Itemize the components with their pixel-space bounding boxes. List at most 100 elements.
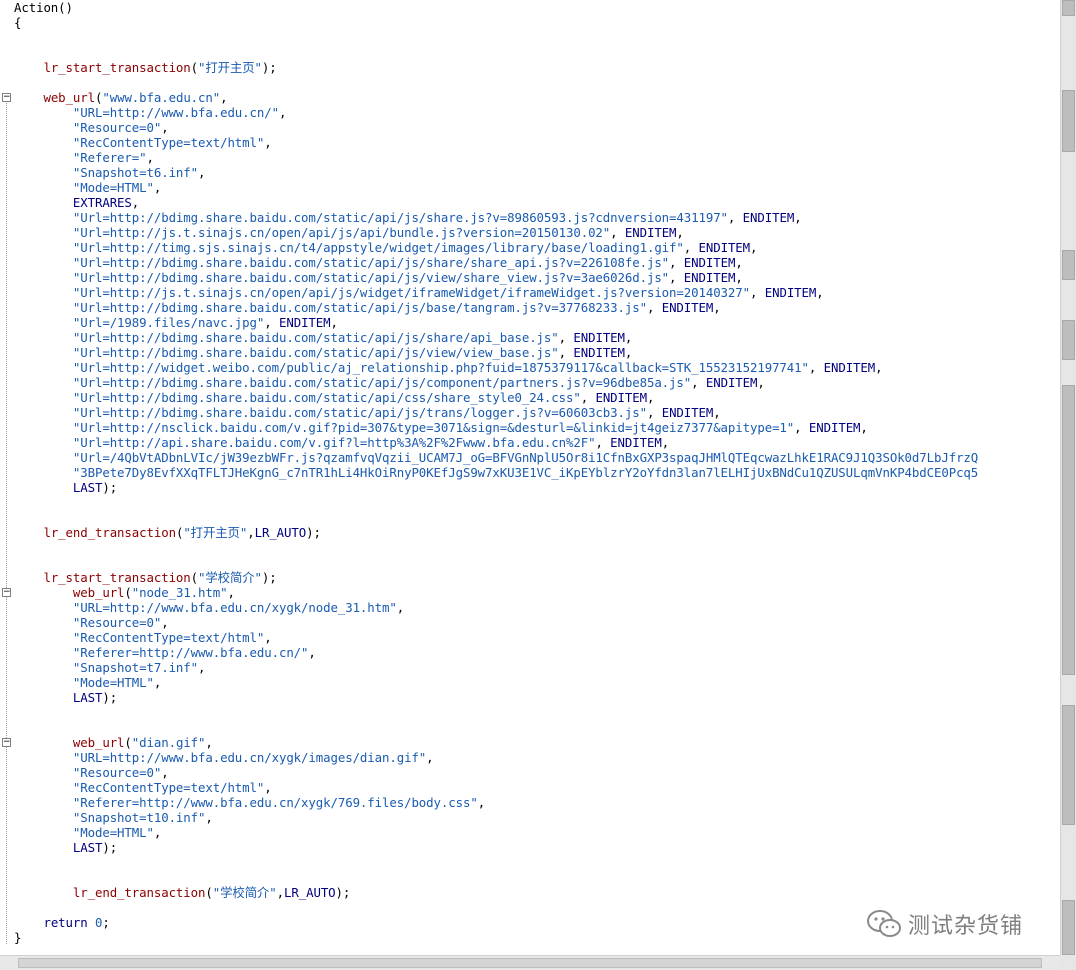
code-line[interactable]: EXTRARES, bbox=[14, 195, 139, 210]
fold-toggle-icon[interactable]: − bbox=[2, 738, 11, 747]
script-editor[interactable]: − − − Action(){ lr_start_transaction("打开主页… bbox=[0, 0, 1060, 955]
fold-toggle-icon[interactable]: − bbox=[2, 588, 11, 597]
code-token: "Url=http://api.share.baidu.com/v.gif?l=… bbox=[72, 435, 596, 450]
code-line[interactable]: "Referer=http://www.bfa.edu.cn/xygk/769.… bbox=[14, 795, 485, 810]
code-line[interactable]: lr_start_transaction("学校简介"); bbox=[14, 570, 276, 585]
vertical-scrollbar[interactable] bbox=[1060, 0, 1076, 955]
code-token: ENDITEM bbox=[610, 435, 662, 450]
code-token: ENDITEM bbox=[742, 210, 795, 225]
code-line[interactable]: lr_end_transaction("学校简介",LR_AUTO); bbox=[14, 885, 350, 900]
code-line[interactable]: "Url=/4QbVtADbnLVIc/jW39ezbWFr.js?qzamfv… bbox=[14, 450, 978, 465]
code-line[interactable]: "Url=http://js.t.sinajs.cn/open/api/js/a… bbox=[14, 225, 684, 240]
code-token: lr_end_transaction bbox=[72, 885, 206, 900]
code-token: "Url=http://js.t.sinajs.cn/open/api/js/a… bbox=[72, 225, 611, 240]
code-line[interactable]: "Url=http://widget.weibo.com/public/aj_r… bbox=[14, 360, 883, 375]
code-line[interactable]: "RecContentType=text/html", bbox=[14, 630, 272, 645]
scroll-thumb[interactable] bbox=[1062, 385, 1075, 675]
code-line[interactable]: return 0; bbox=[14, 915, 110, 930]
code-token: , bbox=[676, 225, 684, 240]
code-token: , bbox=[816, 285, 824, 300]
code-token: ENDITEM bbox=[683, 270, 736, 285]
code-token: "3BPete7Dy8EvfXXqTFLTJHeKgnG_c7nTR1hLi4H… bbox=[72, 465, 979, 480]
code-line[interactable]: "Snapshot=t6.inf", bbox=[14, 165, 206, 180]
code-line[interactable]: } bbox=[14, 930, 21, 945]
code-token: "Resource=0" bbox=[72, 120, 162, 135]
code-line[interactable]: "RecContentType=text/html", bbox=[14, 135, 272, 150]
watermark-text: 测试杂货铺 bbox=[908, 914, 1024, 939]
code-line[interactable]: LAST); bbox=[14, 840, 117, 855]
code-line[interactable]: "Snapshot=t10.inf", bbox=[14, 810, 213, 825]
code-line[interactable]: "Url=http://nsclick.baidu.com/v.gif?pid=… bbox=[14, 420, 868, 435]
code-line[interactable]: Action() bbox=[14, 0, 73, 15]
code-line[interactable]: "Url=http://bdimg.share.baidu.com/static… bbox=[14, 300, 721, 315]
code-line[interactable]: "Mode=HTML", bbox=[14, 180, 161, 195]
code-line[interactable]: "Referer=http://www.bfa.edu.cn/", bbox=[14, 645, 316, 660]
code-line[interactable]: "Url=http://bdimg.share.baidu.com/static… bbox=[14, 330, 632, 345]
code-token: , bbox=[264, 135, 272, 150]
code-line[interactable]: LAST); bbox=[14, 690, 117, 705]
code-line[interactable]: "Mode=HTML", bbox=[14, 825, 161, 840]
code-token: "Snapshot=t6.inf" bbox=[72, 165, 199, 180]
code-token: ENDITEM bbox=[823, 360, 876, 375]
horizontal-scroll-thumb[interactable] bbox=[18, 958, 1042, 968]
code-line[interactable]: "Url=http://bdimg.share.baidu.com/static… bbox=[14, 210, 802, 225]
scroll-up-region[interactable] bbox=[1062, 0, 1075, 16]
code-line[interactable]: "Url=http://bdimg.share.baidu.com/static… bbox=[14, 390, 655, 405]
code-line[interactable]: lr_end_transaction("打开主页",LR_AUTO); bbox=[14, 525, 320, 540]
code-token: , bbox=[713, 405, 721, 420]
scroll-marker bbox=[1062, 90, 1075, 152]
code-token: "Mode=HTML" bbox=[72, 675, 154, 690]
code-token: , bbox=[161, 120, 169, 135]
code-token: "Url=http://widget.weibo.com/public/aj_r… bbox=[72, 360, 809, 375]
code-line[interactable]: "Url=http://bdimg.share.baidu.com/static… bbox=[14, 255, 743, 270]
code-line[interactable]: "3BPete7Dy8EvfXXqTFLTJHeKgnG_c7nTR1hLi4H… bbox=[14, 465, 978, 480]
code-token: "Url=http://bdimg.share.baidu.com/static… bbox=[72, 375, 692, 390]
code-token: "Url=http://bdimg.share.baidu.com/static… bbox=[72, 210, 728, 225]
code-line[interactable]: "Resource=0", bbox=[14, 120, 169, 135]
code-line[interactable]: "Url=http://bdimg.share.baidu.com/static… bbox=[14, 270, 743, 285]
scroll-down-region[interactable] bbox=[1062, 900, 1075, 955]
code-line[interactable]: "Referer=", bbox=[14, 150, 154, 165]
code-line[interactable]: "URL=http://www.bfa.edu.cn/xygk/images/d… bbox=[14, 750, 434, 765]
horizontal-scrollbar[interactable] bbox=[0, 955, 1060, 970]
code-line[interactable]: "Resource=0", bbox=[14, 765, 169, 780]
code-line[interactable]: "Url=http://bdimg.share.baidu.com/static… bbox=[14, 405, 721, 420]
fold-toggle-icon[interactable]: − bbox=[2, 93, 11, 102]
code-line[interactable]: "Url=http://bdimg.share.baidu.com/static… bbox=[14, 345, 632, 360]
code-line[interactable]: "Resource=0", bbox=[14, 615, 169, 630]
code-line[interactable]: "URL=http://www.bfa.edu.cn/xygk/node_31.… bbox=[14, 600, 404, 615]
code-token: , bbox=[227, 585, 235, 600]
code-line[interactable]: "Url=http://api.share.baidu.com/v.gif?l=… bbox=[14, 435, 669, 450]
code-line[interactable]: "URL=http://www.bfa.edu.cn/", bbox=[14, 105, 287, 120]
code-line[interactable]: "Url=http://bdimg.share.baidu.com/static… bbox=[14, 375, 765, 390]
code-line[interactable]: "Url=http://timg.sjs.sinajs.cn/t4/appsty… bbox=[14, 240, 758, 255]
code-token: "Resource=0" bbox=[72, 765, 162, 780]
code-line[interactable]: "Url=/1989.files/navc.jpg", ENDITEM, bbox=[14, 315, 338, 330]
code-line[interactable]: web_url("node_31.htm", bbox=[14, 585, 235, 600]
code-line[interactable]: web_url("dian.gif", bbox=[14, 735, 213, 750]
code-line[interactable]: "RecContentType=text/html", bbox=[14, 780, 272, 795]
code-token: , bbox=[153, 825, 162, 840]
code-line[interactable]: "Snapshot=t7.inf", bbox=[14, 660, 206, 675]
code-line[interactable]: "Mode=HTML", bbox=[14, 675, 161, 690]
code-line[interactable]: { bbox=[14, 15, 21, 30]
code-line[interactable]: "Url=http://js.t.sinajs.cn/open/api/js/w… bbox=[14, 285, 824, 300]
code-line[interactable]: lr_start_transaction("打开主页"); bbox=[14, 60, 276, 75]
code-token: LR_AUTO bbox=[254, 525, 307, 540]
code-token: ; bbox=[102, 915, 110, 930]
code-line[interactable]: web_url("www.bfa.edu.cn", bbox=[14, 90, 227, 105]
code-line[interactable]: LAST); bbox=[14, 480, 117, 495]
